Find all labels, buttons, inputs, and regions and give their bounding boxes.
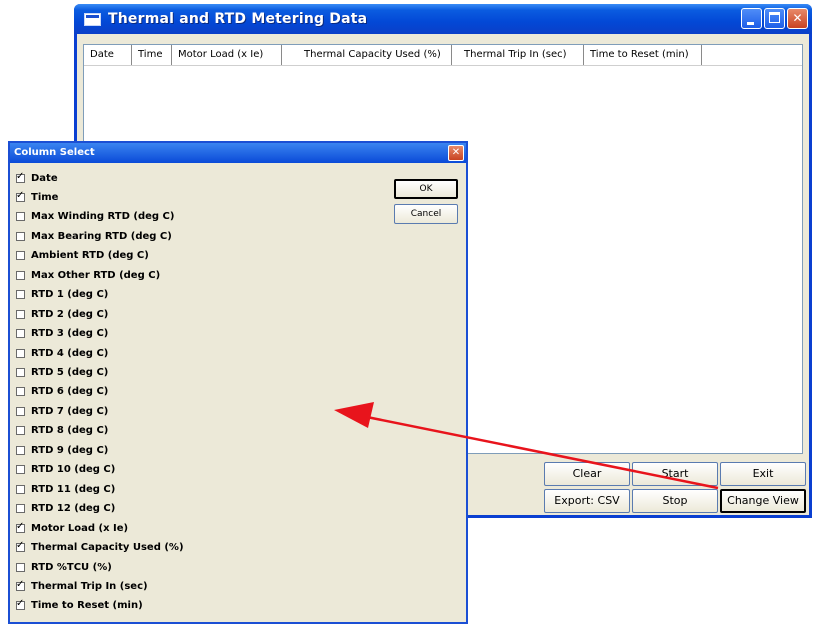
column-option-label: Max Bearing RTD (deg C): [31, 230, 172, 242]
exit-button[interactable]: Exit: [720, 462, 806, 486]
column-option-label: Max Other RTD (deg C): [31, 269, 161, 281]
checkbox[interactable]: [16, 348, 25, 358]
column-option[interactable]: Time to Reset (min): [16, 598, 143, 614]
column-option[interactable]: RTD 5 (deg C): [16, 365, 108, 381]
column-option-label: RTD %TCU (%): [31, 561, 112, 573]
checkbox[interactable]: [16, 309, 25, 319]
cancel-button[interactable]: Cancel: [394, 204, 458, 224]
column-option[interactable]: Time: [16, 189, 58, 205]
column-option[interactable]: RTD 3 (deg C): [16, 326, 108, 342]
column-option-label: RTD 3 (deg C): [31, 328, 109, 340]
change-view-button[interactable]: Change View: [720, 489, 806, 513]
column-option-label: RTD 1 (deg C): [31, 289, 109, 301]
checkbox[interactable]: [16, 521, 25, 533]
column-option-label: RTD 11 (deg C): [31, 483, 116, 495]
column-option[interactable]: RTD 6 (deg C): [16, 384, 108, 400]
column-option-label: RTD 9 (deg C): [31, 444, 109, 456]
column-option[interactable]: Date: [16, 170, 58, 186]
column-option[interactable]: Thermal Trip In (sec): [16, 578, 148, 594]
checkbox[interactable]: [16, 212, 25, 222]
checkbox[interactable]: [16, 426, 25, 436]
column-option-label: RTD 2 (deg C): [31, 308, 109, 320]
column-option-label: RTD 4 (deg C): [31, 347, 109, 359]
column-option-label: Date: [31, 172, 58, 184]
list-header: Date Time Motor Load (x Ie) Thermal Capa…: [84, 45, 802, 66]
checkbox[interactable]: [16, 270, 25, 280]
column-option[interactable]: RTD %TCU (%): [16, 559, 112, 575]
checkbox[interactable]: [16, 465, 25, 475]
window-titlebar[interactable]: Thermal and RTD Metering Data ✕: [74, 4, 812, 34]
column-option[interactable]: RTD 2 (deg C): [16, 306, 108, 322]
checkbox[interactable]: [16, 387, 25, 397]
column-option[interactable]: RTD 9 (deg C): [16, 442, 108, 458]
column-option-label: RTD 8 (deg C): [31, 425, 109, 437]
checkbox[interactable]: [16, 171, 25, 183]
minimize-icon[interactable]: [741, 8, 762, 29]
column-option-label: Time to Reset (min): [31, 600, 143, 612]
column-option-label: RTD 12 (deg C): [31, 503, 116, 515]
start-button[interactable]: Start: [632, 462, 718, 486]
column-option[interactable]: RTD 10 (deg C): [16, 462, 115, 478]
dialog-titlebar[interactable]: Column Select ✕: [10, 143, 466, 163]
column-option-label: Time: [31, 191, 59, 203]
column-option[interactable]: Max Winding RTD (deg C): [16, 209, 174, 225]
checkbox[interactable]: [16, 504, 25, 514]
checkbox[interactable]: [16, 290, 25, 300]
column-option-label: RTD 6 (deg C): [31, 386, 109, 398]
checkbox[interactable]: [16, 329, 25, 339]
column-option-label: Max Winding RTD (deg C): [31, 211, 175, 223]
checkbox[interactable]: [16, 406, 25, 416]
column-option-label: RTD 10 (deg C): [31, 464, 116, 476]
column-option-label: Motor Load (x Ie): [31, 522, 129, 534]
column-option-label: Ambient RTD (deg C): [31, 250, 149, 262]
checkbox[interactable]: [16, 579, 25, 591]
column-option[interactable]: RTD 11 (deg C): [16, 481, 115, 497]
close-icon[interactable]: ✕: [787, 8, 808, 29]
column-header-time-to-reset[interactable]: Time to Reset (min): [584, 45, 702, 65]
column-option-label: RTD 5 (deg C): [31, 367, 109, 378]
column-header-thermal-trip[interactable]: Thermal Trip In (sec): [452, 45, 584, 65]
checkbox[interactable]: [16, 484, 25, 494]
dialog-title: Column Select: [14, 147, 95, 158]
column-option[interactable]: RTD 1 (deg C): [16, 287, 108, 303]
ok-button[interactable]: OK: [394, 179, 458, 199]
checkbox[interactable]: [16, 562, 25, 572]
window-icon: [84, 13, 101, 26]
checkbox[interactable]: [16, 368, 25, 377]
column-option[interactable]: Motor Load (x Ie): [16, 520, 128, 536]
column-option[interactable]: Max Other RTD (deg C): [16, 267, 160, 283]
checkbox[interactable]: [16, 190, 25, 202]
export-csv-button[interactable]: Export: CSV: [544, 489, 630, 513]
column-header-thermal-capacity[interactable]: Thermal Capacity Used (%): [282, 45, 452, 65]
clear-button[interactable]: Clear: [544, 462, 630, 486]
column-option[interactable]: Ambient RTD (deg C): [16, 248, 149, 264]
column-option-label: RTD 7 (deg C): [31, 405, 109, 417]
checkbox[interactable]: [16, 251, 25, 261]
column-option-label: Thermal Capacity Used (%): [31, 542, 184, 554]
close-icon[interactable]: ✕: [448, 145, 464, 161]
checkbox[interactable]: [16, 445, 25, 455]
column-option[interactable]: RTD 7 (deg C): [16, 403, 108, 419]
column-select-dialog: Column Select ✕ OK Cancel Date Time Max Wi…: [8, 141, 468, 624]
column-header-date[interactable]: Date: [84, 45, 132, 65]
column-option[interactable]: RTD 4 (deg C): [16, 345, 108, 361]
checkbox[interactable]: [16, 231, 25, 241]
column-header-time[interactable]: Time: [132, 45, 172, 65]
stop-button[interactable]: Stop: [632, 489, 718, 513]
column-option-label: Thermal Trip In (sec): [31, 580, 148, 592]
column-header-motor-load[interactable]: Motor Load (x Ie): [172, 45, 282, 65]
column-option[interactable]: RTD 8 (deg C): [16, 423, 108, 439]
checkbox[interactable]: [16, 540, 25, 553]
column-option[interactable]: Thermal Capacity Used (%): [16, 540, 184, 556]
column-option[interactable]: RTD 12 (deg C): [16, 501, 115, 517]
window-title: Thermal and RTD Metering Data: [108, 11, 368, 27]
column-option[interactable]: Max Bearing RTD (deg C): [16, 228, 172, 244]
maximize-icon[interactable]: [764, 8, 785, 29]
checkbox[interactable]: [16, 598, 25, 611]
